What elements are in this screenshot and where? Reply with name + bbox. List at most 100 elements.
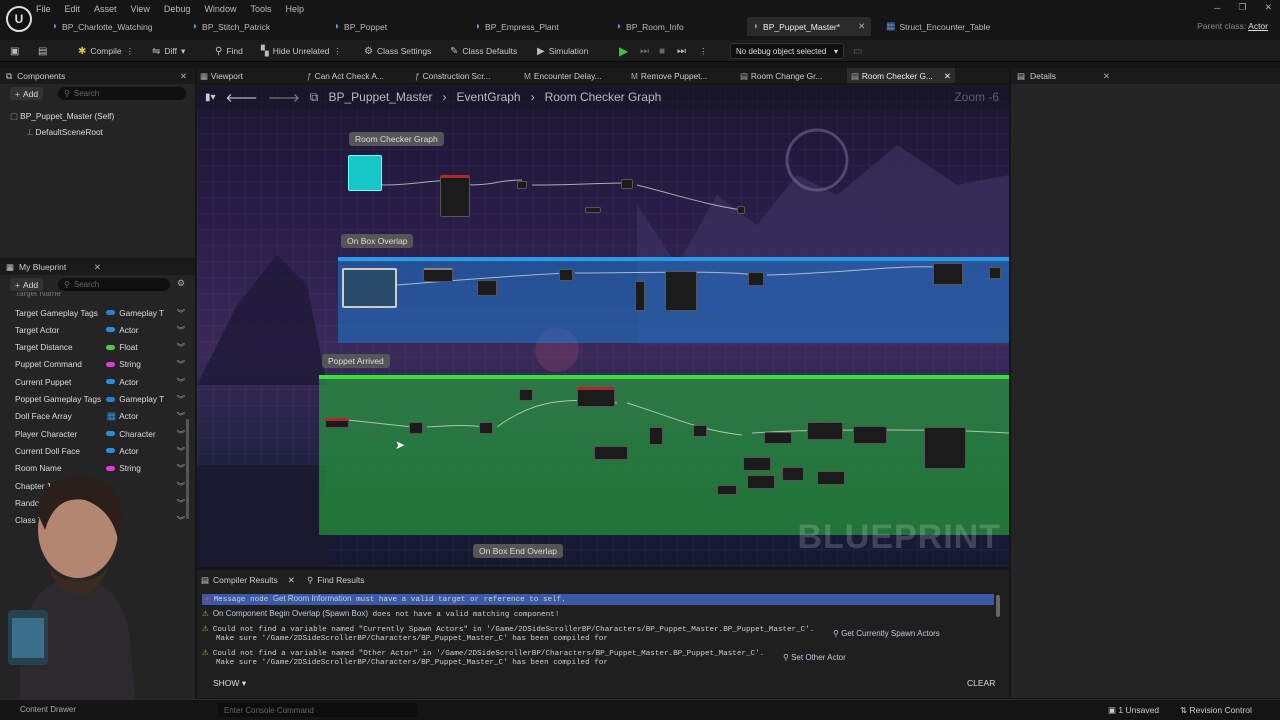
node-box-overlap-1[interactable] [423, 268, 453, 282]
visibility-toggle-icon[interactable]: ︾ [177, 428, 185, 440]
node-box-overlap-event[interactable] [342, 268, 397, 308]
graph-tab-3[interactable]: M Encounter Delay... [524, 68, 602, 83]
visibility-toggle-icon[interactable]: ︾ [177, 410, 185, 422]
unreal-logo[interactable]: U [6, 6, 32, 32]
node-poppet-1[interactable] [577, 387, 615, 407]
minimize-icon[interactable]: ─ [1214, 3, 1220, 13]
visibility-toggle-icon[interactable]: ︾ [177, 358, 185, 370]
components-search-input[interactable]: ⚲ Search [58, 87, 186, 100]
node-room-checker-1[interactable] [440, 175, 470, 217]
debug-filter-button[interactable]: ▭ [853, 43, 862, 59]
show-button[interactable]: SHOW ▾ [213, 678, 246, 689]
node-box-overlap-8[interactable] [989, 267, 1001, 279]
m3-link[interactable]: ⚲ Get Currently Spawn Actors [833, 629, 940, 638]
node-poppet-3[interactable] [325, 418, 349, 428]
visibility-toggle-icon[interactable]: ︾ [177, 497, 185, 509]
revision-control[interactable]: ⇅ Revision Control [1180, 705, 1252, 716]
variable-row[interactable]: Target Gameplay Tags Gameplay T ︾ [15, 306, 185, 319]
tab-find-results[interactable]: ⚲ Find Results [307, 573, 364, 587]
find-button[interactable]: ⚲ Find [215, 43, 243, 59]
add-member-button[interactable]: + Add [10, 278, 44, 291]
visibility-toggle-icon[interactable]: ︾ [177, 462, 185, 474]
play-options-button[interactable]: ⋮ [699, 43, 708, 59]
graph-tab-2[interactable]: ƒ Construction Scr... [415, 68, 490, 83]
menu-item-file[interactable]: File [36, 4, 51, 14]
step-button[interactable]: ⏭ [640, 43, 649, 59]
variable-row[interactable]: Current Doll Face Actor ︾ [15, 444, 185, 457]
class-settings-button[interactable]: ⚙ Class Settings [364, 43, 431, 59]
restore-icon[interactable]: ❐ [1238, 2, 1246, 13]
variable-row[interactable]: Target Actor Actor ︾ [15, 323, 185, 336]
doc-tab-6[interactable]: ▦ Struct_Encounter_Table [886, 17, 990, 36]
visibility-toggle-icon[interactable]: ︾ [177, 480, 185, 492]
node-poppet-4[interactable] [409, 422, 423, 434]
clear-button[interactable]: CLEAR [967, 678, 995, 688]
close-icon[interactable]: ✕ [944, 71, 951, 81]
node-poppet-14[interactable] [782, 467, 804, 481]
node-box-overlap-4[interactable] [635, 281, 645, 311]
scrollbar[interactable] [996, 595, 1000, 617]
menu-item-debug[interactable]: Debug [164, 4, 191, 14]
menu-item-edit[interactable]: Edit [65, 4, 81, 14]
doc-tab-3[interactable]: ◗ BP_Empress_Plant [475, 17, 559, 36]
visibility-toggle-icon[interactable]: ︾ [177, 514, 185, 526]
node-box-overlap-7[interactable] [933, 263, 963, 285]
message-row-2[interactable]: ⚠ On Component Begin Overlap (Spawn Box) … [202, 609, 994, 620]
graph-tab-4[interactable]: M Remove Puppet... [631, 68, 707, 83]
component-root[interactable]: ⊥ DefaultSceneRoot [26, 127, 103, 137]
doc-tab-0[interactable]: ◗ BP_Charlotte_Watching [52, 17, 152, 36]
browse-button[interactable]: ▤ [38, 43, 47, 59]
close-icon[interactable]: ✕ [1264, 2, 1272, 13]
console-input[interactable]: Enter Console Command [218, 703, 417, 717]
variable-row[interactable]: Target Distance Float ︾ [15, 341, 185, 354]
node-room-checker-4[interactable] [737, 206, 745, 214]
stop-button[interactable]: ■ [659, 43, 665, 59]
graph-tab-5[interactable]: ▤ Room Change Gr... [740, 68, 822, 83]
visibility-toggle-icon[interactable]: ︾ [177, 445, 185, 457]
visibility-toggle-icon[interactable]: ︾ [177, 307, 185, 319]
my-blueprint-search-input[interactable]: ⚲ Search [58, 278, 170, 291]
node-poppet-11[interactable] [853, 426, 887, 444]
variable-row[interactable]: Current Puppet Actor ︾ [15, 375, 185, 388]
node-box-overlap-2[interactable] [477, 280, 497, 296]
settings-gear-icon[interactable]: ⚙ [177, 278, 185, 289]
save-button[interactable]: ▣ [10, 43, 19, 59]
message-row-1[interactable]: ● Message node Get Room Information must … [202, 594, 994, 605]
node-box-overlap-3[interactable] [559, 269, 573, 281]
hide-unrelated-button[interactable]: ▚ Hide Unrelated ⋮ [261, 43, 342, 59]
node-poppet-12[interactable] [924, 427, 966, 469]
class-defaults-button[interactable]: ✎ Class Defaults [450, 43, 517, 59]
doc-tab-1[interactable]: ◗ BP_Stitch_Patrick [192, 17, 270, 36]
visibility-toggle-icon[interactable]: ︾ [177, 376, 185, 388]
doc-tab-4[interactable]: ◗ BP_Room_Info [616, 17, 684, 36]
graph-canvas[interactable]: ▮▾ 🡐 🡒 ⧉ BP_Puppet_Master › EventGraph ›… [197, 85, 1009, 567]
message-row-4[interactable]: ⚠ Could not find a variable named "Other … [202, 648, 994, 668]
tab-compiler-results[interactable]: ▤ Compiler Results ✕ [201, 573, 295, 587]
m4-link[interactable]: ⚲ Set Other Actor [783, 653, 846, 662]
eject-button[interactable]: ⏭ [677, 43, 686, 59]
unsaved-indicator[interactable]: ▣ 1 Unsaved [1108, 705, 1159, 716]
node-poppet-8[interactable] [594, 446, 628, 460]
component-self[interactable]: ▢ BP_Puppet_Master (Self) [10, 111, 114, 121]
node-poppet-2[interactable] [519, 389, 533, 401]
event-node-room-checker[interactable] [348, 155, 382, 191]
variable-row[interactable]: Puppet Command String ︾ [15, 358, 185, 371]
variable-row[interactable]: Player Character Character ︾ [15, 427, 185, 440]
node-box-overlap-6[interactable] [748, 272, 764, 286]
play-button[interactable]: ▶ [619, 43, 628, 59]
graph-tab-1[interactable]: ƒ Can Act Check A... [307, 68, 384, 83]
simulation-button[interactable]: ▶ Simulation [537, 43, 588, 59]
debug-object-select[interactable]: No debug object selected ▾ [730, 43, 844, 59]
node-room-checker-3[interactable] [621, 179, 633, 189]
node-box-overlap-5[interactable] [665, 271, 697, 311]
menu-item-help[interactable]: Help [285, 4, 304, 14]
node-poppet-10[interactable] [807, 422, 843, 440]
node-room-checker-5[interactable] [585, 207, 601, 213]
node-poppet-16[interactable] [747, 475, 775, 489]
diff-button[interactable]: ⇋ Diff ▾ [152, 43, 185, 59]
doc-tab-2[interactable]: ◗ BP_Poppet [334, 17, 387, 36]
add-component-button[interactable]: + Add [10, 87, 44, 100]
menu-item-tools[interactable]: Tools [250, 4, 271, 14]
node-poppet-6[interactable] [649, 427, 663, 445]
m1-link[interactable]: Get Room Information [273, 594, 352, 603]
